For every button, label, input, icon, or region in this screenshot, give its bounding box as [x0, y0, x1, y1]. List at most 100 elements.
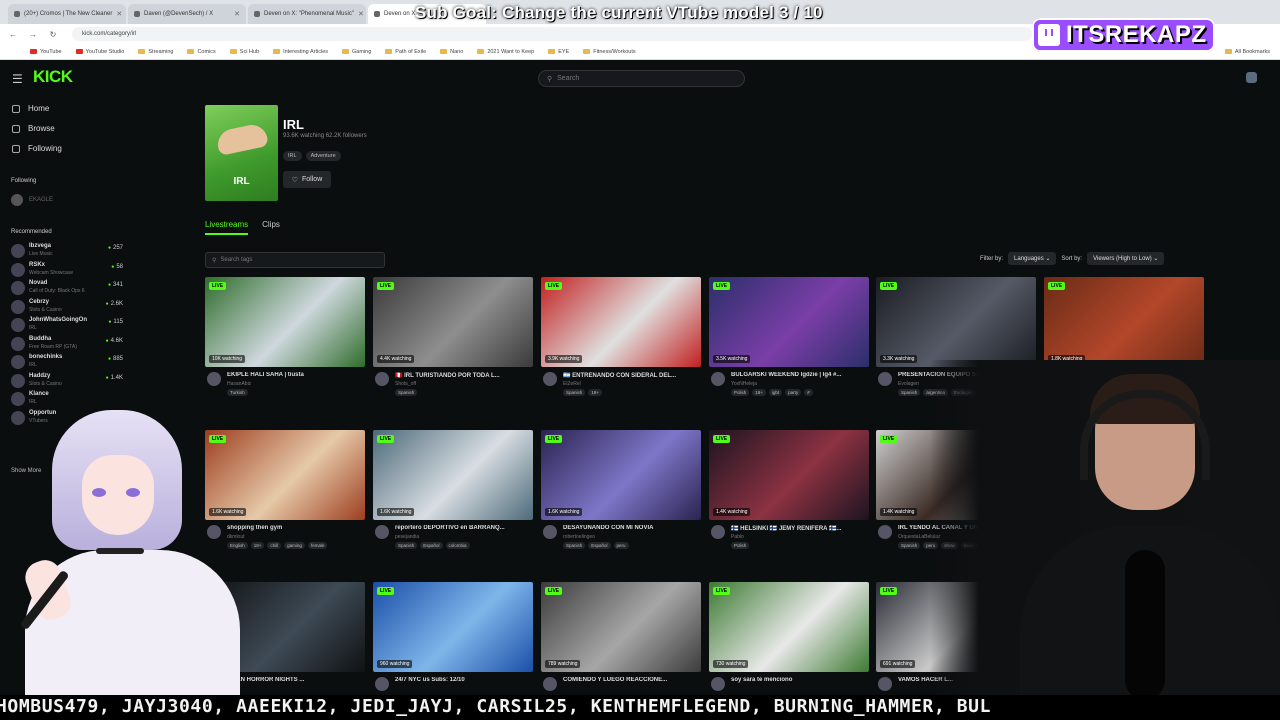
streamer-name[interactable]: YoxNHeleja [731, 381, 757, 387]
stream-thumbnail[interactable]: LIVE 3.3K watching [876, 277, 1036, 367]
avatar[interactable] [711, 372, 725, 386]
stream-tag[interactable]: Turkish [227, 389, 248, 396]
avatar[interactable] [878, 372, 892, 386]
bookmark-folder[interactable]: Interesting Articles [273, 49, 328, 55]
stream-card[interactable]: LIVE 10K watching EKİPLE HALI SAHA | tiust… [205, 277, 365, 396]
stream-thumbnail[interactable]: LIVE 3.9K watching [541, 277, 701, 367]
bookmark-item[interactable]: YouTube [30, 49, 62, 55]
avatar[interactable] [878, 525, 892, 539]
following-channel[interactable]: EKAGLE [11, 194, 53, 206]
streamer-name[interactable]: Shots_off [395, 381, 416, 387]
avatar[interactable] [375, 372, 389, 386]
stream-tag[interactable]: Español [420, 542, 443, 549]
tab-clips[interactable]: Clips [262, 220, 280, 235]
address-bar[interactable]: kick.com/category/irl [72, 27, 1032, 41]
streamer-name[interactable]: HasanAbiz [227, 381, 251, 387]
stream-card[interactable]: LIVE 1.4K watching 🇫🇮 HELSINKI 🇫🇮 JEMY REN… [709, 430, 869, 549]
stream-tag[interactable]: Spanish [898, 542, 921, 549]
bookmark-folder[interactable]: Nano [440, 49, 463, 55]
user-menu-icon[interactable] [1246, 72, 1257, 83]
back-icon[interactable]: ← [8, 30, 18, 39]
avatar[interactable] [543, 677, 557, 691]
stream-tag[interactable]: Polish [731, 389, 750, 396]
bookmark-folder[interactable]: Fitness/Workouts [583, 49, 636, 55]
stream-tag[interactable]: Spanish [395, 542, 418, 549]
recommended-channel[interactable]: HaddzySlots & Casino 1.4K [11, 372, 123, 390]
streamer-name[interactable]: Pablo [731, 534, 744, 540]
recommended-channel[interactable]: BuddhaFree Roam RP (GTA) 4.6K [11, 335, 123, 353]
all-bookmarks[interactable]: All Bookmarks [1224, 49, 1270, 55]
recommended-channel[interactable]: RSKxWebcam Showcase 58 [11, 261, 123, 279]
bookmark-folder[interactable]: Sci Hub [229, 49, 259, 55]
sidebar-item-home[interactable]: Home [12, 104, 49, 113]
category-tag[interactable]: Adventure [305, 151, 341, 161]
stream-thumbnail[interactable]: LIVE 1.6K watching [541, 430, 701, 520]
bookmark-folder[interactable]: Path of Exile [385, 49, 426, 55]
avatar[interactable] [207, 372, 221, 386]
stream-card[interactable]: LIVE 1.6K watching reportero DEPORTIVO en … [373, 430, 533, 549]
avatar[interactable] [711, 677, 725, 691]
stream-thumbnail[interactable]: LIVE 789 watching [541, 582, 701, 672]
stream-card[interactable]: LIVE3.3K watchingPRESENTACIÓN EQUIPO STR… [876, 277, 1036, 396]
stream-title[interactable]: BULGARSKI WEEKEND Igdzie | Ig4 #... [731, 372, 869, 378]
bookmark-item[interactable]: YouTube Studio [75, 49, 124, 55]
stream-tag[interactable]: Polish [731, 542, 750, 549]
bookmark-folder[interactable]: 2021 Want to Keep [477, 49, 534, 55]
stream-tag[interactable]: gaming [284, 542, 305, 549]
menu-icon[interactable]: ☰ [12, 72, 23, 86]
browser-tab[interactable]: Daven (@DevenSech) / X ✕ [128, 4, 246, 24]
follow-button[interactable]: ♡ Follow [283, 171, 331, 188]
avatar[interactable] [543, 372, 557, 386]
stream-title[interactable]: soy sara te menciono [731, 677, 869, 683]
recommended-channel[interactable]: Novad Call of Duty: Black Ops 6 341 [11, 279, 123, 297]
stream-title[interactable]: 🇵🇪 IRL TURISTIANDO POR TODA L... [395, 372, 533, 379]
stream-title[interactable]: 🇫🇮 HELSINKI 🇫🇮 JEMY RENIFERA 🇫🇮... [731, 525, 869, 532]
streamer-name[interactable]: Evolagen [898, 381, 919, 387]
tag-search-input[interactable]: ⚲ Search tags [205, 252, 385, 268]
stream-thumbnail[interactable]: LIVE 10K watching [205, 277, 365, 367]
stream-thumbnail[interactable]: LIVE 1.6K watching [373, 430, 533, 520]
bookmark-folder[interactable]: Comics [187, 49, 216, 55]
streamer-name[interactable]: ElZeRel [563, 381, 581, 387]
stream-tag[interactable]: party [785, 389, 802, 396]
sidebar-item-browse[interactable]: Browse [12, 124, 55, 133]
streamer-name[interactable]: robertoelingeo [563, 534, 595, 540]
stream-tag[interactable]: Spanish [563, 389, 586, 396]
recommended-channel[interactable]: JohnWhatsGoingOn IRL 115 [11, 316, 123, 334]
bookmark-folder[interactable]: Gaming [342, 49, 371, 55]
stream-title[interactable]: DESAYUNANDO CON MI NOVIA [563, 525, 701, 531]
stream-title[interactable]: COMIENDO Y LUEGO REACCIONE... [563, 677, 701, 683]
sidebar-item-following[interactable]: Following [12, 144, 62, 153]
avatar[interactable] [543, 525, 557, 539]
stream-card[interactable]: LIVE 730 watching soy sara te menciono [709, 582, 869, 691]
avatar[interactable] [878, 677, 892, 691]
stream-tag[interactable]: Spanish [898, 389, 921, 396]
tab-livestreams[interactable]: Livestreams [205, 220, 249, 235]
stream-card[interactable]: LIVE 4.4K watching 🇵🇪 IRL TURISTIANDO POR … [373, 277, 533, 396]
stream-card[interactable]: LIVE 789 watching COMIENDO Y LUEGO REACCIO… [541, 582, 701, 691]
stream-card[interactable]: LIVE 960 watching 24/7 NYC us Subs: 12/10 [373, 582, 533, 691]
forward-icon[interactable]: → [28, 30, 38, 39]
stream-title[interactable]: 24/7 NYC us Subs: 12/10 [395, 677, 533, 683]
close-tab-icon[interactable]: ✕ [358, 10, 364, 18]
recommended-channel[interactable]: Ibzvega Live Music 257 [11, 242, 123, 260]
stream-thumbnail[interactable]: LIVE 1.4K watching [709, 430, 869, 520]
stream-card[interactable]: LIVE 3.5K watching BULGARSKI WEEKEND Igdzi… [709, 277, 869, 396]
stream-tag[interactable]: 18+ [752, 389, 766, 396]
stream-thumbnail[interactable]: LIVE 1.8K watching [1044, 277, 1204, 367]
category-tag[interactable]: IRL [283, 151, 302, 161]
avatar[interactable] [375, 525, 389, 539]
stream-title[interactable]: EKİPLE HALI SAHA | tiusta [227, 372, 365, 378]
bookmark-folder[interactable]: Streaming [138, 49, 173, 55]
stream-title[interactable]: 🇦🇷 ENTRENANDO CON SIDERAL DEL... [563, 372, 701, 379]
stream-tag[interactable]: female [307, 542, 328, 549]
search-input[interactable]: ⚲ Search [538, 70, 745, 87]
reload-icon[interactable]: ↻ [48, 30, 58, 39]
streamer-name[interactable]: pesejandia [395, 534, 419, 540]
recommended-channel[interactable]: CebrzySlots & Casino 2.6K [11, 298, 123, 316]
stream-thumbnail[interactable]: LIVE 960 watching [373, 582, 533, 672]
stream-card[interactable]: LIVE1.8K watchingBUSCANDO UNA...DeabbSpa… [1044, 277, 1204, 396]
close-tab-icon[interactable]: ✕ [116, 10, 122, 18]
kick-logo[interactable]: KICK [33, 67, 73, 87]
stream-card[interactable]: LIVE 3.9K watching 🇦🇷 ENTRENANDO CON SIDER… [541, 277, 701, 396]
